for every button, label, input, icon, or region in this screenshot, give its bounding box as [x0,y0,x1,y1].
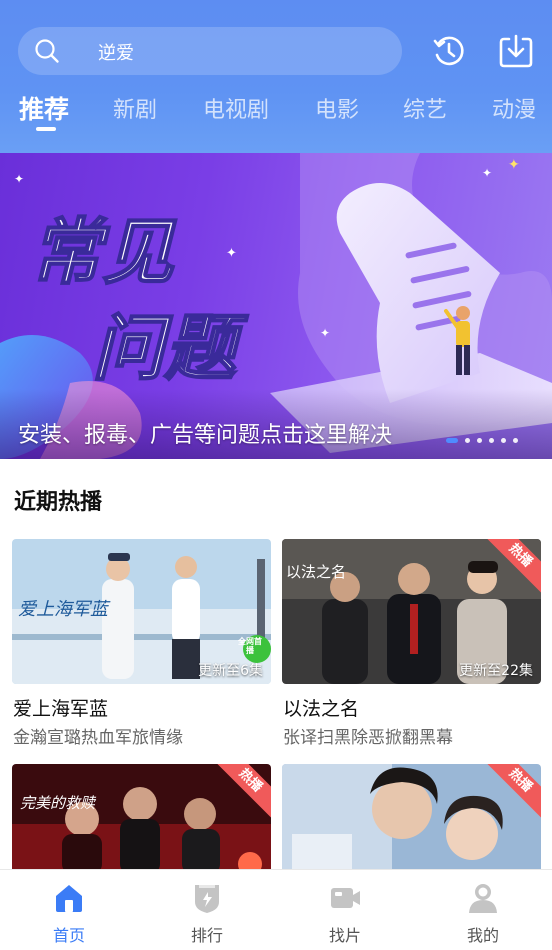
search-icon [35,39,59,63]
poster-title-art: 完美的救赎 [20,794,96,812]
video-poster[interactable]: 热播 [282,764,541,869]
banner-headline-line1: 常见 [30,210,177,294]
ranking-icon [195,885,219,913]
search-bar[interactable]: 逆爱 [18,27,402,75]
nav-label: 我的 [466,926,499,945]
nav-label: 首页 [52,926,85,945]
carousel-dot[interactable] [465,437,470,443]
svg-text:✦: ✦ [482,166,492,180]
banner-carousel[interactable]: ✦ ✦ ✦ ✦ ✦ 常见 问题 安装、报毒、广告等问题点击这里解决 [0,153,552,459]
carousel-dot[interactable] [477,437,482,443]
video-card[interactable]: 完美的救赎 热播 [12,764,271,869]
bottom-navigation: 首页 排行 找片 我的 [0,869,552,950]
nav-label: 排行 [190,926,223,945]
nav-profile[interactable]: 我的 [414,870,552,950]
svg-text:✦: ✦ [320,326,330,340]
download-icon[interactable] [498,33,534,69]
video-camera-icon [331,888,360,908]
nav-home[interactable]: 首页 [0,870,138,950]
tab-tv-series[interactable]: 电视剧 [203,92,269,124]
video-title: 以法之名 [283,698,360,720]
video-card[interactable]: 热播 [282,764,541,869]
carousel-dot-active[interactable] [446,437,458,443]
svg-text:✦: ✦ [14,172,24,186]
user-icon [469,884,497,913]
search-text: 逆爱 [98,43,134,64]
tab-variety[interactable]: 综艺 [403,92,447,124]
video-card[interactable]: 以法之名 热播 更新至22集 以法之名 张译扫黑除恶掀翻黑幕 [282,539,541,749]
banner-headline-line2: 问题 [92,306,249,390]
section-title: 近期热播 [14,490,103,515]
banner-caption: 安装、报毒、广告等问题点击这里解决 [18,423,393,448]
poster-title-art: 以法之名 [286,563,347,581]
video-poster[interactable]: 完美的救赎 热播 [12,764,271,869]
carousel-dots [446,437,518,443]
video-poster[interactable]: 爱上海军蓝 全网首播 更新至6集 [12,539,271,684]
history-icon[interactable] [431,33,467,69]
active-tab-indicator [36,127,56,131]
carousel-dot[interactable] [513,437,518,443]
carousel-dot[interactable] [501,437,506,443]
svg-text:✦: ✦ [226,246,237,261]
nav-find[interactable]: 找片 [276,870,414,950]
video-poster[interactable]: 以法之名 热播 更新至22集 [282,539,541,684]
update-label: 更新至22集 [459,663,533,679]
video-subtitle: 张译扫黑除恶掀翻黑幕 [283,728,453,748]
premiere-badge: 全网首播 [238,637,262,655]
video-card[interactable]: 爱上海军蓝 全网首播 更新至6集 爱上海军蓝 金瀚宣璐热血军旅情缘 [12,539,271,749]
svg-text:✦: ✦ [508,157,520,173]
tab-recommend[interactable]: 推荐 [19,90,69,126]
tab-anime[interactable]: 动漫 [492,92,536,124]
video-title: 爱上海军蓝 [13,698,109,720]
category-tabs: 推荐 新剧 电视剧 电影 综艺 动漫 [0,92,552,132]
home-icon [56,885,82,912]
tab-movie[interactable]: 电影 [315,92,359,124]
nav-ranking[interactable]: 排行 [138,870,276,950]
tab-new-drama[interactable]: 新剧 [113,92,157,124]
nav-label: 找片 [328,926,361,945]
poster-title-art: 爱上海军蓝 [18,599,108,620]
carousel-dot[interactable] [489,437,494,443]
header: 逆爱 推荐 新剧 电视剧 电影 综艺 动漫 [0,0,552,153]
update-label: 更新至6集 [198,663,263,679]
video-subtitle: 金瀚宣璐热血军旅情缘 [13,728,183,748]
